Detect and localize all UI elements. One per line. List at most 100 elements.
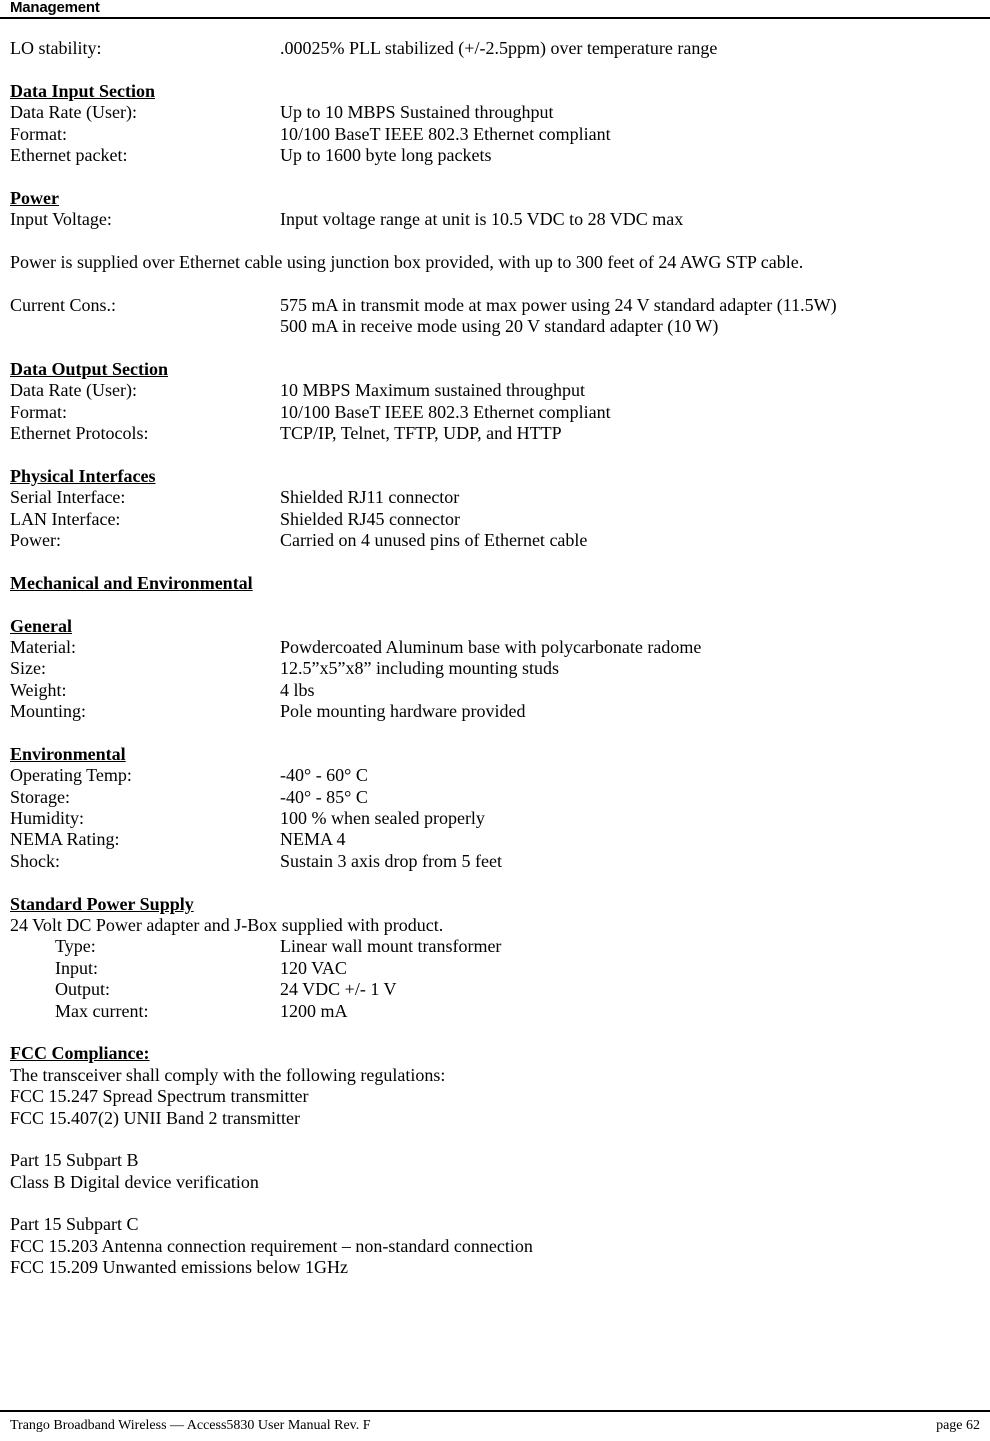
spec-row-current-cons-continued: 500 mA in receive mode using 20 V standa… xyxy=(0,316,990,337)
spec-value: Linear wall mount transformer xyxy=(280,936,502,957)
spec-value: 575 mA in transmit mode at max power usi… xyxy=(280,294,837,315)
fcc-line: FCC 15.407(2) UNII Band 2 transmitter xyxy=(10,1107,300,1128)
heading-text: Mechanical and Environmental xyxy=(10,572,253,593)
spec-label: Data Rate (User): xyxy=(10,380,137,401)
spec-label: Type: xyxy=(55,936,96,957)
spec-row: Shock: Sustain 3 axis drop from 5 feet xyxy=(0,851,990,872)
spec-value: Shielded RJ45 connector xyxy=(280,508,460,529)
spec-label: Max current: xyxy=(55,1000,149,1021)
spec-label: Data Rate (User): xyxy=(10,102,137,123)
standard-power-supply-intro: 24 Volt DC Power adapter and J-Box suppl… xyxy=(10,915,444,936)
heading-text: FCC Compliance: xyxy=(10,1043,150,1064)
spec-row: Type: Linear wall mount transformer xyxy=(0,936,990,957)
fcc-line: FCC 15.247 Spread Spectrum transmitter xyxy=(10,1086,309,1107)
heading-text: Standard Power Supply xyxy=(10,893,194,914)
spec-value: Powdercoated Aluminum base with polycarb… xyxy=(280,636,702,657)
spec-value: 100 % when sealed properly xyxy=(280,808,485,829)
spec-row: Ethernet Protocols: TCP/IP, Telnet, TFTP… xyxy=(0,423,990,444)
fcc-intro: The transceiver shall comply with the fo… xyxy=(10,1064,446,1085)
spec-value: -40° - 60° C xyxy=(280,765,368,786)
spec-value: 500 mA in receive mode using 20 V standa… xyxy=(280,316,719,337)
spec-row: Weight: 4 lbs xyxy=(0,680,990,701)
header-divider xyxy=(0,17,990,19)
spec-value: NEMA 4 xyxy=(280,829,346,850)
footer-document-title: Trango Broadband Wireless — Access5830 U… xyxy=(10,1418,371,1433)
spec-row: Serial Interface: Shielded RJ11 connecto… xyxy=(0,487,990,508)
power-paragraph: Power is supplied over Ethernet cable us… xyxy=(10,251,804,272)
page-header: Management xyxy=(0,0,990,20)
spec-label: Operating Temp: xyxy=(10,765,132,786)
heading-text: Power xyxy=(10,187,59,208)
page-footer: Trango Broadband Wireless — Access5830 U… xyxy=(0,1410,990,1441)
spec-row: NEMA Rating: NEMA 4 xyxy=(0,829,990,850)
fcc-line: FCC 15.209 Unwanted emissions below 1GHz xyxy=(10,1257,348,1278)
spec-label: Storage: xyxy=(10,786,70,807)
spec-label: Weight: xyxy=(10,679,67,700)
fcc-line: FCC 15.203 Antenna connection requiremen… xyxy=(10,1235,533,1256)
spec-row: Data Rate (User): Up to 10 MBPS Sustaine… xyxy=(0,102,990,123)
spec-value: Up to 1600 byte long packets xyxy=(280,144,492,165)
spec-label: Input Voltage: xyxy=(10,209,112,230)
heading-text: General xyxy=(10,615,72,636)
spec-value: Up to 10 MBPS Sustained throughput xyxy=(280,102,554,123)
spec-label: Format: xyxy=(10,123,67,144)
spec-value: -40° - 85° C xyxy=(280,786,368,807)
spec-row: Power: Carried on 4 unused pins of Ether… xyxy=(0,530,990,551)
spec-row: Storage: -40° - 85° C xyxy=(0,787,990,808)
spec-row: LAN Interface: Shielded RJ45 connector xyxy=(0,509,990,530)
spec-row: Humidity: 100 % when sealed properly xyxy=(0,808,990,829)
spec-row: Output: 24 VDC +/- 1 V xyxy=(0,979,990,1000)
spec-row: Format: 10/100 BaseT IEEE 802.3 Ethernet… xyxy=(0,402,990,423)
spec-value: 12.5”x5”x8” including mounting studs xyxy=(280,658,559,679)
spec-row: Format: 10/100 BaseT IEEE 802.3 Ethernet… xyxy=(0,124,990,145)
spec-value: Shielded RJ11 connector xyxy=(280,487,460,508)
spec-value: 24 VDC +/- 1 V xyxy=(280,979,397,1000)
section-heading-data-input: Data Input Section xyxy=(0,81,990,102)
spec-label: Format: xyxy=(10,401,67,422)
spec-label: Ethernet Protocols: xyxy=(10,423,149,444)
spec-label: NEMA Rating: xyxy=(10,829,120,850)
document-body: LO stability: .00025% PLL stabilized (+/… xyxy=(0,38,990,1279)
spec-row: Material: Powdercoated Aluminum base wit… xyxy=(0,637,990,658)
spec-value: 1200 mA xyxy=(280,1000,348,1021)
spec-value: Carried on 4 unused pins of Ethernet cab… xyxy=(280,529,588,550)
spec-value: 10/100 BaseT IEEE 802.3 Ethernet complia… xyxy=(280,401,611,422)
fcc-line: Part 15 Subpart C xyxy=(10,1214,139,1235)
spec-label: Shock: xyxy=(10,850,61,871)
section-heading-environmental: Environmental xyxy=(0,744,990,765)
spec-label: Power: xyxy=(10,529,61,550)
spec-label: Output: xyxy=(55,979,111,1000)
heading-text: Physical Interfaces xyxy=(10,465,156,486)
spec-value: 10/100 BaseT IEEE 802.3 Ethernet complia… xyxy=(280,123,611,144)
spec-row: Max current: 1200 mA xyxy=(0,1001,990,1022)
spec-row: Mounting: Pole mounting hardware provide… xyxy=(0,701,990,722)
spec-value: Pole mounting hardware provided xyxy=(280,701,526,722)
spec-value: 10 MBPS Maximum sustained throughput xyxy=(280,380,586,401)
spec-label: Ethernet packet: xyxy=(10,144,128,165)
spec-row-lo-stability: LO stability: .00025% PLL stabilized (+/… xyxy=(0,38,990,59)
spec-label: LO stability: xyxy=(10,38,102,58)
spec-value: TCP/IP, Telnet, TFTP, UDP, and HTTP xyxy=(280,423,562,444)
fcc-line: Class B Digital device verification xyxy=(10,1171,259,1192)
spec-row: Data Rate (User): 10 MBPS Maximum sustai… xyxy=(0,380,990,401)
spec-label: Humidity: xyxy=(10,808,85,829)
spec-row: Operating Temp: -40° - 60° C xyxy=(0,765,990,786)
section-heading-data-output: Data Output Section xyxy=(0,359,990,380)
spec-value: Input voltage range at unit is 10.5 VDC … xyxy=(280,209,684,230)
spec-row: Ethernet packet: Up to 1600 byte long pa… xyxy=(0,145,990,166)
footer-divider xyxy=(0,1410,990,1412)
spec-label: LAN Interface: xyxy=(10,508,121,529)
spec-row-current-cons: Current Cons.: 575 mA in transmit mode a… xyxy=(0,295,990,316)
